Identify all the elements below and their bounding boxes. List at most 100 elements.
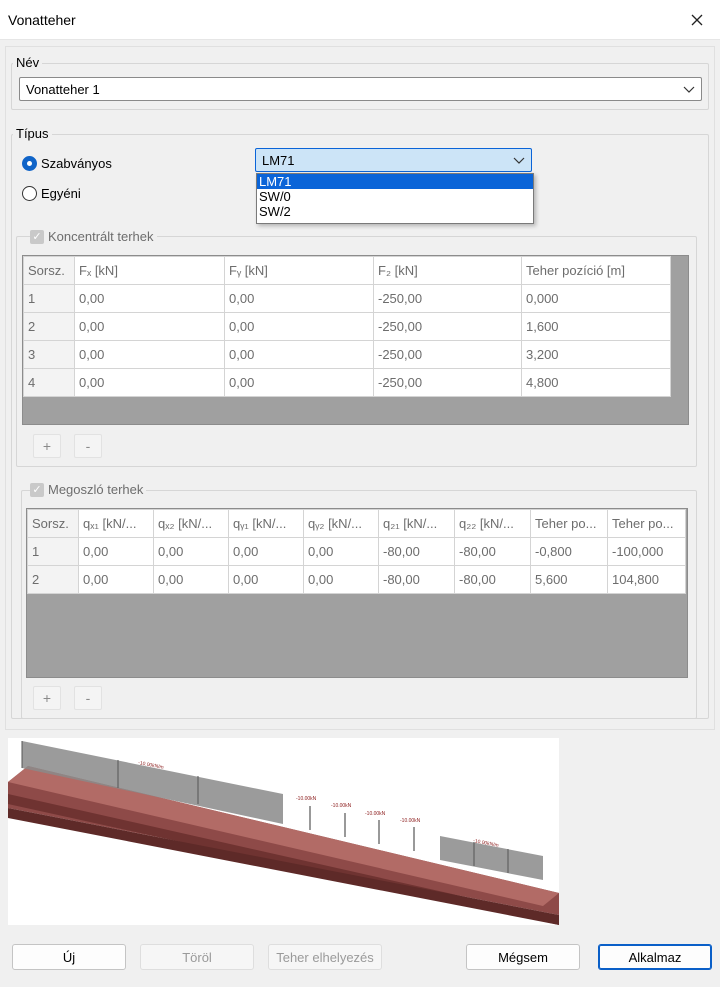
concentrated-add-button[interactable]: + bbox=[33, 434, 61, 458]
table-cell[interactable]: 0,000 bbox=[521, 284, 671, 313]
table-cell[interactable]: -0,800 bbox=[530, 537, 608, 566]
table-row[interactable]: 2 0,00 0,00 0,00 0,00 -80,00 -80,00 5,60… bbox=[27, 565, 686, 594]
table-cell[interactable]: 0,00 bbox=[224, 284, 374, 313]
type-group-label: Típus bbox=[13, 126, 52, 141]
column-header[interactable]: Sorsz. bbox=[27, 509, 79, 538]
name-group-label: Név bbox=[13, 55, 43, 70]
table-cell[interactable]: 0,00 bbox=[153, 565, 229, 594]
table-cell[interactable]: -250,00 bbox=[373, 340, 522, 369]
column-header[interactable]: Teher po... bbox=[530, 509, 608, 538]
column-header[interactable]: Teher po... bbox=[607, 509, 686, 538]
standard-combo-value: LM71 bbox=[262, 153, 295, 168]
place-load-button[interactable]: Teher elhelyezés bbox=[268, 944, 382, 970]
column-header[interactable]: Sorsz. bbox=[23, 256, 75, 285]
column-header[interactable]: q₂₁ [kN/... bbox=[378, 509, 455, 538]
table-cell[interactable]: -80,00 bbox=[378, 537, 455, 566]
table-cell[interactable]: -80,00 bbox=[454, 537, 531, 566]
distributed-table: Sorsz. qₓ₁ [kN/... qₓ₂ [kN/... qᵧ₁ [kN/.… bbox=[27, 509, 686, 594]
table-header-row: Sorsz. qₓ₁ [kN/... qₓ₂ [kN/... qᵧ₁ [kN/.… bbox=[27, 509, 686, 538]
radio-custom[interactable]: Egyéni bbox=[22, 186, 81, 201]
distributed-add-button[interactable]: + bbox=[33, 686, 61, 710]
table-cell[interactable]: -250,00 bbox=[373, 284, 522, 313]
table-cell[interactable]: 0,00 bbox=[224, 340, 374, 369]
dropdown-option-lm71[interactable]: LM71 bbox=[257, 174, 533, 189]
dropdown-option-sw0[interactable]: SW/0 bbox=[257, 189, 533, 204]
column-header[interactable]: Fᵧ [kN] bbox=[224, 256, 374, 285]
apply-button[interactable]: Alkalmaz bbox=[598, 944, 712, 970]
table-row[interactable]: 3 0,00 0,00 -250,00 3,200 bbox=[23, 340, 671, 369]
point-load-label: -10.00kN bbox=[400, 818, 421, 824]
close-icon bbox=[691, 14, 703, 26]
column-header[interactable]: q₂₂ [kN/... bbox=[454, 509, 531, 538]
table-cell[interactable]: 0,00 bbox=[74, 312, 225, 341]
delete-button[interactable]: Töröl bbox=[140, 944, 254, 970]
concentrated-remove-button[interactable]: - bbox=[74, 434, 102, 458]
radio-custom-label: Egyéni bbox=[41, 186, 81, 201]
table-cell[interactable]: 0,00 bbox=[224, 312, 374, 341]
table-row[interactable]: 1 0,00 0,00 0,00 0,00 -80,00 -80,00 -0,8… bbox=[27, 537, 686, 566]
table-cell[interactable]: 104,800 bbox=[607, 565, 686, 594]
table-cell[interactable]: 0,00 bbox=[228, 565, 304, 594]
table-row[interactable]: 2 0,00 0,00 -250,00 1,600 bbox=[23, 312, 671, 341]
column-header[interactable]: F₂ [kN] bbox=[373, 256, 522, 285]
chevron-down-icon bbox=[513, 157, 525, 164]
cancel-button[interactable]: Mégsem bbox=[466, 944, 580, 970]
new-button[interactable]: Új bbox=[12, 944, 126, 970]
table-cell[interactable]: 4,800 bbox=[521, 368, 671, 397]
load-preview-image: -10.00kN/m -10.00kN/m -10.00kN -10.00kN … bbox=[8, 738, 559, 925]
table-cell[interactable]: -250,00 bbox=[373, 368, 522, 397]
close-button[interactable] bbox=[674, 0, 720, 40]
radio-custom-dot bbox=[22, 186, 37, 201]
dropdown-option-sw2[interactable]: SW/2 bbox=[257, 204, 533, 219]
table-cell[interactable]: 0,00 bbox=[228, 537, 304, 566]
column-header[interactable]: Fₓ [kN] bbox=[74, 256, 225, 285]
beam-illustration: -10.00kN/m -10.00kN/m -10.00kN -10.00kN … bbox=[8, 741, 559, 925]
distributed-remove-button[interactable]: - bbox=[74, 686, 102, 710]
row-number: 4 bbox=[23, 368, 75, 397]
table-cell[interactable]: 1,600 bbox=[521, 312, 671, 341]
distributed-grid: Sorsz. qₓ₁ [kN/... qₓ₂ [kN/... qᵧ₁ [kN/.… bbox=[26, 508, 688, 678]
point-load-label: -10.00kN bbox=[365, 811, 386, 817]
table-cell[interactable]: 0,00 bbox=[303, 565, 379, 594]
concentrated-grid: Sorsz. Fₓ [kN] Fᵧ [kN] F₂ [kN] Teher poz… bbox=[22, 255, 689, 425]
column-header[interactable]: qᵧ₁ [kN/... bbox=[228, 509, 304, 538]
table-cell[interactable]: 0,00 bbox=[224, 368, 374, 397]
column-header[interactable]: Teher pozíció [m] bbox=[521, 256, 671, 285]
table-cell[interactable]: 0,00 bbox=[303, 537, 379, 566]
column-header[interactable]: qₓ₂ [kN/... bbox=[153, 509, 229, 538]
distributed-checkbox[interactable]: ✓ Megoszló terhek bbox=[30, 482, 147, 497]
table-header-row: Sorsz. Fₓ [kN] Fᵧ [kN] F₂ [kN] Teher poz… bbox=[23, 256, 671, 285]
table-cell[interactable]: 3,200 bbox=[521, 340, 671, 369]
name-value: Vonatteher 1 bbox=[26, 82, 100, 97]
point-load-label: -10.00kN bbox=[331, 803, 352, 809]
concentrated-checkbox[interactable]: ✓ Koncentrált terhek bbox=[30, 229, 157, 244]
table-cell[interactable]: 0,00 bbox=[78, 537, 154, 566]
radio-standard[interactable]: Szabványos bbox=[22, 156, 112, 171]
table-cell[interactable]: 0,00 bbox=[74, 368, 225, 397]
row-number: 2 bbox=[23, 312, 75, 341]
table-cell[interactable]: 5,600 bbox=[530, 565, 608, 594]
column-header[interactable]: qᵧ₂ [kN/... bbox=[303, 509, 379, 538]
point-load-label: -10.00kN bbox=[296, 796, 317, 802]
table-cell[interactable]: -250,00 bbox=[373, 312, 522, 341]
column-header[interactable]: qₓ₁ [kN/... bbox=[78, 509, 154, 538]
row-number: 3 bbox=[23, 340, 75, 369]
distributed-label: Megoszló terhek bbox=[48, 482, 144, 497]
table-row[interactable]: 1 0,00 0,00 -250,00 0,000 bbox=[23, 284, 671, 313]
chevron-down-icon bbox=[683, 86, 695, 93]
row-number: 1 bbox=[23, 284, 75, 313]
table-cell[interactable]: 0,00 bbox=[153, 537, 229, 566]
table-cell[interactable]: 0,00 bbox=[74, 284, 225, 313]
name-combo[interactable]: Vonatteher 1 bbox=[19, 77, 702, 101]
table-cell[interactable]: 0,00 bbox=[78, 565, 154, 594]
table-cell[interactable]: 0,00 bbox=[74, 340, 225, 369]
window-title: Vonatteher bbox=[8, 12, 76, 28]
table-cell[interactable]: -100,000 bbox=[607, 537, 686, 566]
table-row[interactable]: 4 0,00 0,00 -250,00 4,800 bbox=[23, 368, 671, 397]
table-cell[interactable]: -80,00 bbox=[378, 565, 455, 594]
table-cell[interactable]: -80,00 bbox=[454, 565, 531, 594]
standard-dropdown-list: LM71 SW/0 SW/2 bbox=[256, 173, 534, 224]
row-number: 2 bbox=[27, 565, 79, 594]
radio-standard-dot bbox=[22, 156, 37, 171]
standard-combo[interactable]: LM71 bbox=[255, 148, 532, 172]
